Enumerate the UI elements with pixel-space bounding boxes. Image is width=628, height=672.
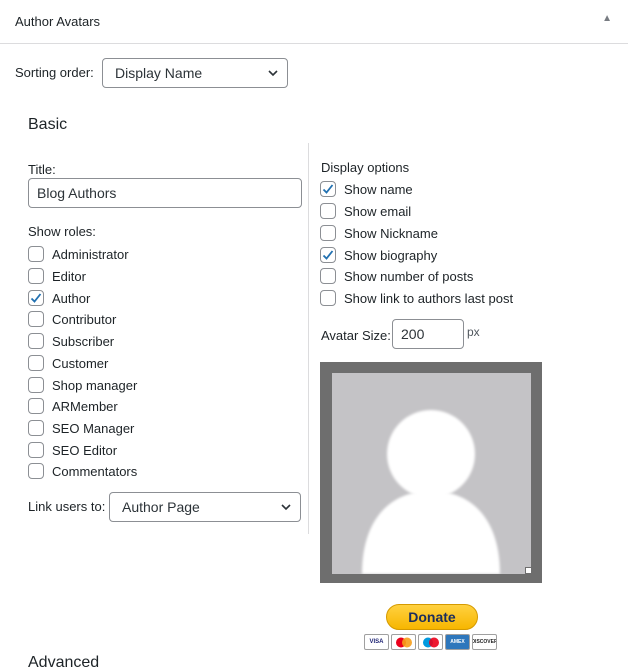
option-checkbox[interactable] [320, 225, 336, 241]
role-label: Commentators [52, 463, 138, 479]
option-label: Show number of posts [344, 268, 474, 284]
visa-card-icon: VISA [364, 634, 389, 650]
role-label: SEO Manager [52, 420, 135, 436]
role-checkbox[interactable] [28, 311, 44, 327]
role-checkbox[interactable] [28, 290, 44, 306]
role-shop-manager[interactable]: Shop manager [28, 376, 137, 394]
role-checkbox[interactable] [28, 333, 44, 349]
role-checkbox[interactable] [28, 442, 44, 458]
avatar-size-input[interactable]: 200 [392, 319, 464, 349]
column-divider [308, 143, 309, 534]
option-show-last-post-link[interactable]: Show link to authors last post [320, 289, 513, 307]
role-checkbox[interactable] [28, 268, 44, 284]
checkmark-icon [30, 293, 42, 303]
option-checkbox[interactable] [320, 290, 336, 306]
avatar-preview [320, 362, 542, 583]
role-checkbox[interactable] [28, 420, 44, 436]
amex-card-icon: AMEX [445, 634, 470, 650]
donate-button[interactable]: Donate [386, 604, 478, 630]
option-label: Show biography [344, 247, 438, 263]
sorting-order-label: Sorting order: [15, 65, 94, 80]
role-label: SEO Editor [52, 442, 118, 458]
discover-card-icon: DISCOVER [472, 634, 497, 650]
role-contributor[interactable]: Contributor [28, 310, 116, 328]
option-label: Show Nickname [344, 225, 438, 241]
role-armember[interactable]: ARMember [28, 397, 118, 415]
role-checkbox[interactable] [28, 246, 44, 262]
option-checkbox[interactable] [320, 203, 336, 219]
option-checkbox[interactable] [320, 268, 336, 284]
mastercard-icon [391, 634, 416, 650]
title-input-value: Blog Authors [37, 185, 117, 201]
option-checkbox[interactable] [320, 181, 336, 197]
avatar-size-label: Avatar Size: [321, 328, 391, 343]
chevron-down-icon [268, 70, 278, 77]
widget-title: Author Avatars [15, 14, 101, 29]
widget-header[interactable]: Author Avatars ▲ [0, 0, 628, 44]
checkmark-icon [322, 250, 334, 260]
option-label: Show link to authors last post [344, 290, 514, 306]
role-label: Author [52, 290, 91, 306]
role-checkbox[interactable] [28, 463, 44, 479]
role-label: Subscriber [52, 333, 115, 349]
role-author[interactable]: Author [28, 289, 90, 307]
role-editor[interactable]: Editor [28, 267, 86, 285]
sorting-order-select[interactable]: Display Name [102, 58, 288, 88]
collapse-arrow-icon[interactable]: ▲ [602, 13, 612, 24]
role-checkbox[interactable] [28, 398, 44, 414]
role-checkbox[interactable] [28, 355, 44, 371]
role-seo-manager[interactable]: SEO Manager [28, 419, 134, 437]
role-label: Administrator [52, 246, 129, 262]
checkmark-icon [322, 184, 334, 194]
role-subscriber[interactable]: Subscriber [28, 332, 114, 350]
option-show-email[interactable]: Show email [320, 202, 411, 220]
resize-handle[interactable] [525, 567, 532, 574]
option-label: Show name [344, 181, 413, 197]
role-commentators[interactable]: Commentators [28, 462, 137, 480]
link-users-value: Author Page [122, 499, 200, 515]
option-label: Show email [344, 203, 412, 219]
link-users-label: Link users to: [28, 499, 106, 514]
link-users-select[interactable]: Author Page [109, 492, 301, 522]
role-seo-editor[interactable]: SEO Editor [28, 441, 117, 459]
advanced-section-title: Advanced [28, 654, 100, 671]
option-show-number-of-posts[interactable]: Show number of posts [320, 267, 473, 285]
avatar-placeholder [332, 373, 531, 574]
role-label: Contributor [52, 311, 117, 327]
sorting-order-value: Display Name [115, 65, 203, 81]
display-options-label: Display options [321, 160, 410, 175]
option-show-name[interactable]: Show name [320, 180, 413, 198]
avatar-size-unit: px [467, 325, 480, 339]
person-silhouette-icon [362, 410, 500, 574]
role-checkbox[interactable] [28, 377, 44, 393]
option-checkbox[interactable] [320, 247, 336, 263]
option-show-nickname[interactable]: Show Nickname [320, 224, 438, 242]
title-label: Title: [28, 162, 56, 177]
role-label: ARMember [52, 398, 118, 414]
basic-section-title: Basic [28, 116, 68, 133]
option-show-biography[interactable]: Show biography [320, 246, 437, 264]
role-label: Editor [52, 268, 86, 284]
maestro-card-icon [418, 634, 443, 650]
title-input[interactable]: Blog Authors [28, 178, 302, 208]
show-roles-label: Show roles: [28, 224, 96, 239]
chevron-down-icon [281, 504, 291, 511]
role-administrator[interactable]: Administrator [28, 245, 129, 263]
role-label: Shop manager [52, 377, 138, 393]
payment-cards: VISA AMEX DISCOVER [364, 634, 497, 650]
role-customer[interactable]: Customer [28, 354, 108, 372]
role-label: Customer [52, 355, 109, 371]
avatar-size-value: 200 [401, 326, 425, 342]
